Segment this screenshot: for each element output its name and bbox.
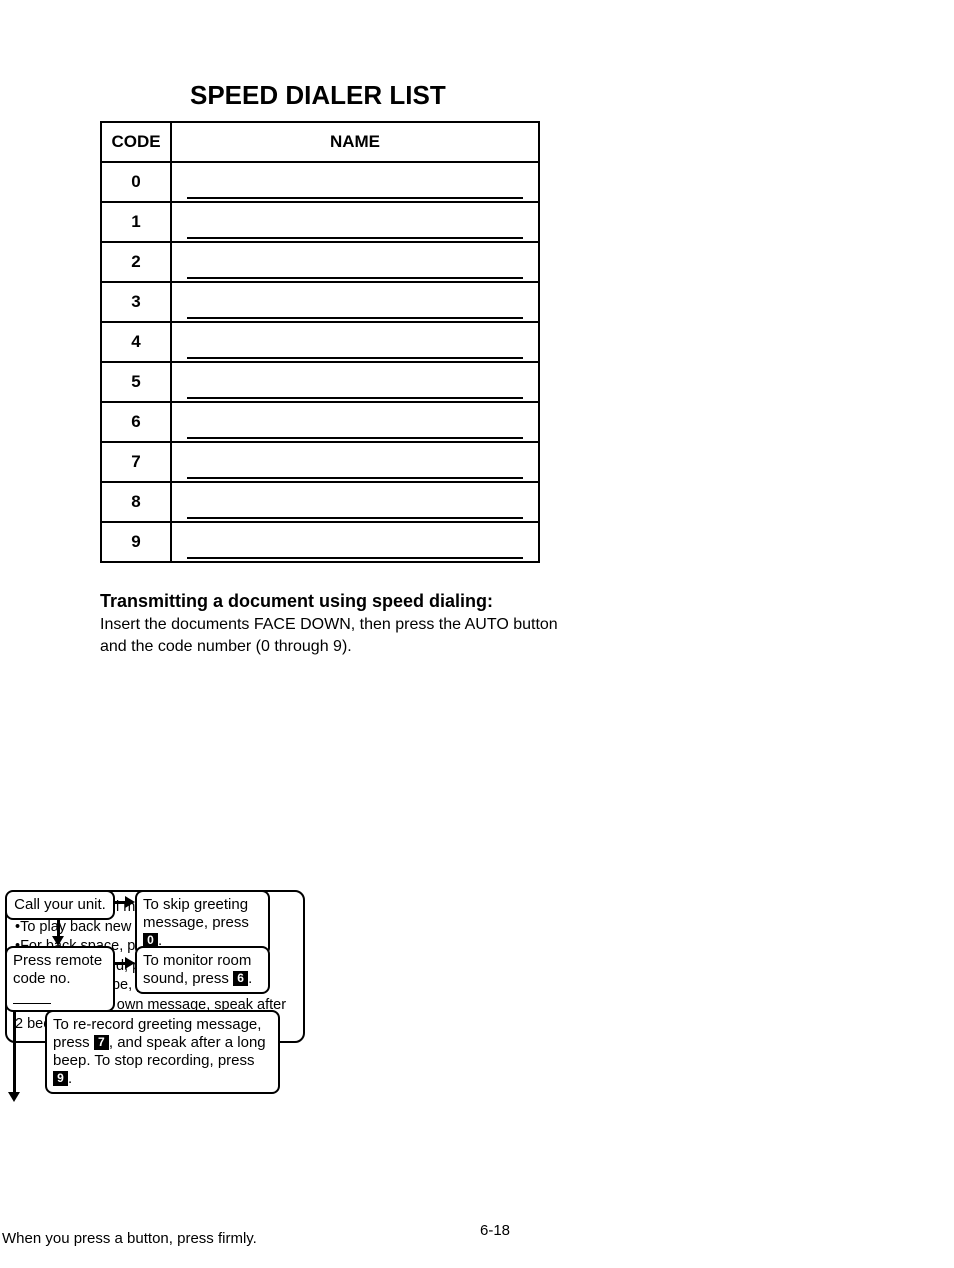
name-cell	[171, 162, 539, 202]
arrow-head-icon	[8, 1092, 20, 1102]
code-cell: 7	[101, 442, 171, 482]
section-heading: Transmitting a document using speed dial…	[100, 591, 560, 612]
remote-flowchart: Call your unit. To skip greeting message…	[5, 890, 315, 1043]
footer-note: When you press a button, press firmly.	[2, 1230, 257, 1247]
code-cell: 1	[101, 202, 171, 242]
flow-call-box: Call your unit.	[5, 890, 115, 920]
code-cell: 3	[101, 282, 171, 322]
table-row: 8	[101, 482, 539, 522]
code-cell: 2	[101, 242, 171, 282]
table-row: 9	[101, 522, 539, 562]
name-cell	[171, 482, 539, 522]
table-row: 1	[101, 202, 539, 242]
page-title: SPEED DIALER LIST	[190, 80, 954, 111]
code-cell: 8	[101, 482, 171, 522]
name-cell	[171, 282, 539, 322]
code-cell: 6	[101, 402, 171, 442]
name-cell	[171, 402, 539, 442]
flow-remote-box: Press remote code no.	[5, 946, 115, 1012]
name-cell	[171, 442, 539, 482]
arrow-head-icon	[52, 936, 64, 946]
table-row: 0	[101, 162, 539, 202]
keycap-icon: 6	[233, 971, 248, 986]
table-row: 6	[101, 402, 539, 442]
page-number: 6-18	[480, 1222, 510, 1239]
arrow-head-icon	[125, 896, 135, 908]
table-row: 4	[101, 322, 539, 362]
table-row: 2	[101, 242, 539, 282]
table-row: 7	[101, 442, 539, 482]
flow-skip-text: To skip greeting message, press	[143, 896, 249, 931]
name-cell	[171, 362, 539, 402]
name-cell	[171, 242, 539, 282]
name-cell	[171, 322, 539, 362]
table-header-row: CODE NAME	[101, 122, 539, 162]
keycap-icon: 9	[53, 1071, 68, 1086]
table-row: 3	[101, 282, 539, 322]
flow-remote-text: Press remote code no.	[13, 952, 102, 987]
code-cell: 5	[101, 362, 171, 402]
arrow-head-icon	[125, 957, 135, 969]
code-cell: 4	[101, 322, 171, 362]
name-cell	[171, 522, 539, 562]
keycap-icon: 7	[94, 1035, 109, 1050]
header-name: NAME	[171, 122, 539, 162]
table-row: 5	[101, 362, 539, 402]
section-body: Insert the documents FACE DOWN, then pre…	[100, 614, 560, 657]
name-cell	[171, 202, 539, 242]
flow-rerecord-box: To re-record greeting message, press 7, …	[45, 1010, 280, 1094]
flow-monitor-box: To monitor room sound, press 6.	[135, 946, 270, 994]
header-code: CODE	[101, 122, 171, 162]
code-cell: 9	[101, 522, 171, 562]
speed-dialer-table: CODE NAME 0123456789	[100, 121, 540, 563]
code-cell: 0	[101, 162, 171, 202]
blank-line	[13, 1003, 51, 1004]
